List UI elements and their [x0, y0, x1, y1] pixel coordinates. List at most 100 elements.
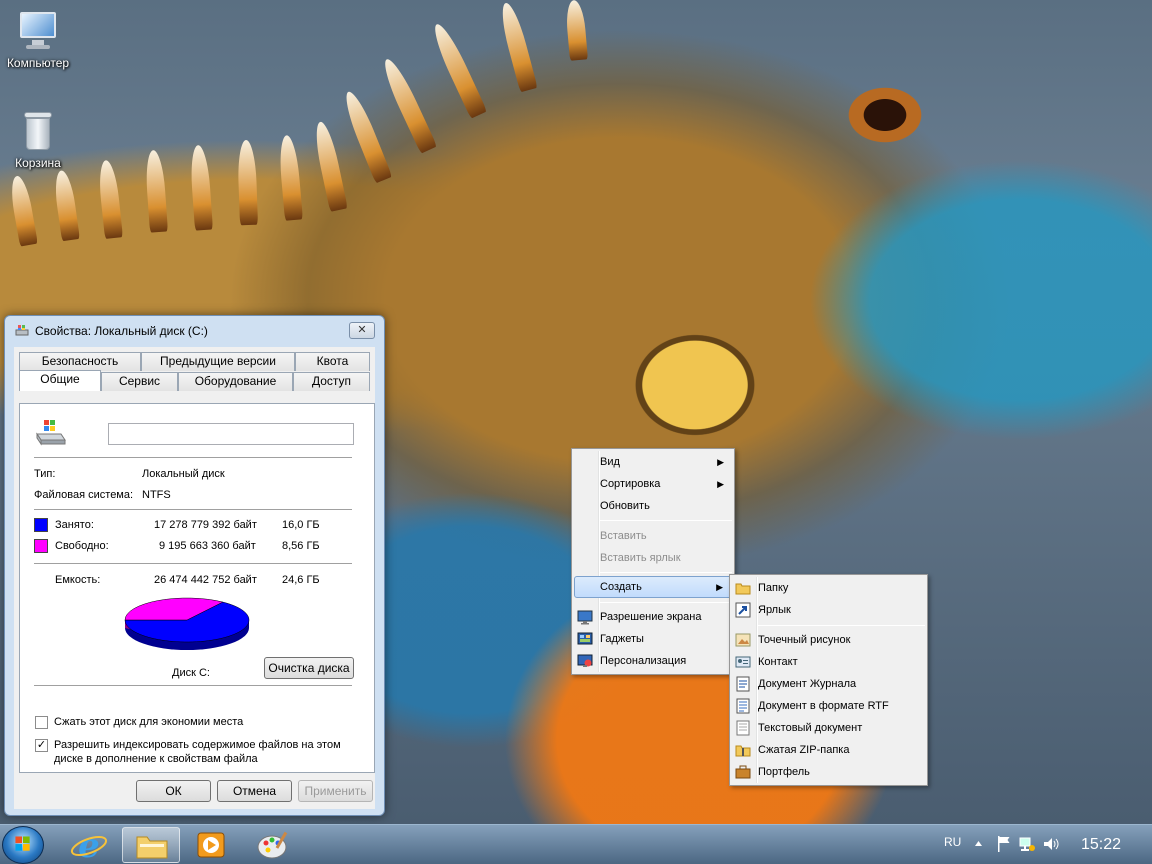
wallpaper-detail	[144, 149, 168, 233]
menu-item-paste-shortcut[interactable]: Вставить ярлык	[574, 547, 732, 569]
svg-text:e: e	[78, 827, 100, 863]
action-center-flag-icon[interactable]	[996, 835, 1012, 853]
submenu-item-text-document[interactable]: Текстовый документ	[732, 717, 925, 739]
type-label: Тип:	[34, 468, 56, 480]
tab-tools[interactable]: Сервис	[101, 372, 178, 391]
menu-item-screen-resolution[interactable]: Разрешение экрана	[574, 606, 732, 628]
drive-icon	[15, 325, 29, 336]
submenu-item-label: Точечный рисунок	[758, 634, 851, 646]
submenu-item-label: Контакт	[758, 656, 798, 668]
menu-separator	[600, 520, 732, 521]
capacity-label: Емкость:	[55, 574, 101, 586]
zip-folder-icon	[735, 745, 751, 757]
tab-previous-versions[interactable]: Предыдущие версии	[141, 352, 295, 371]
journal-icon	[736, 676, 750, 692]
submenu-item-label: Папку	[758, 582, 789, 594]
submenu-item-rtf[interactable]: Документ в формате RTF	[732, 695, 925, 717]
desktop-icon-recycle-bin[interactable]: Корзина	[0, 110, 76, 170]
start-button[interactable]	[2, 826, 44, 864]
cancel-button[interactable]: Отмена	[217, 780, 292, 802]
tab-general[interactable]: Общие	[19, 370, 101, 391]
menu-item-label: Сортировка	[600, 478, 661, 490]
wallpaper-detail	[277, 134, 303, 221]
menu-item-label: Обновить	[600, 500, 650, 512]
submenu-item-zip[interactable]: Сжатая ZIP-папка	[732, 739, 925, 761]
capacity-gb: 24,6 ГБ	[282, 574, 320, 586]
local-disk-icon	[36, 420, 66, 446]
menu-item-label: Разрешение экрана	[600, 611, 702, 623]
close-button[interactable]: ✕	[349, 322, 375, 339]
dialog-titlebar[interactable]: Свойства: Локальный диск (C:) ✕	[5, 316, 384, 346]
bitmap-icon	[735, 633, 751, 647]
submenu-item-label: Сжатая ZIP-папка	[758, 744, 850, 756]
submenu-item-bitmap[interactable]: Точечный рисунок	[732, 629, 925, 651]
menu-item-refresh[interactable]: Обновить	[574, 495, 732, 517]
recycle-bin-icon	[18, 110, 58, 152]
ok-button[interactable]: ОК	[136, 780, 211, 802]
tab-security[interactable]: Безопасность	[19, 352, 141, 371]
apply-button[interactable]: Применить	[298, 780, 373, 802]
menu-item-paste[interactable]: Вставить	[574, 525, 732, 547]
wallpaper-detail	[564, 0, 588, 61]
divider	[34, 563, 352, 564]
divider	[34, 685, 352, 686]
menu-item-gadgets[interactable]: Гаджеты	[574, 628, 732, 650]
tab-sharing[interactable]: Доступ	[293, 372, 370, 391]
folder-icon	[136, 836, 168, 859]
index-checkbox[interactable]: ✓	[35, 739, 48, 752]
submenu-item-briefcase[interactable]: Портфель	[732, 761, 925, 783]
menu-item-label: Персонализация	[600, 655, 687, 667]
divider	[34, 457, 352, 458]
menu-item-view[interactable]: Вид ▶	[574, 451, 732, 473]
submenu-item-shortcut[interactable]: Ярлык	[732, 599, 925, 621]
desktop-icon-computer[interactable]: Компьютер	[0, 10, 76, 70]
briefcase-icon	[735, 765, 751, 779]
new-submenu: Папку Ярлык Точечный рисунок Контакт Док…	[729, 574, 928, 786]
taskbar-media-player[interactable]	[182, 827, 240, 863]
menu-item-label: Вид	[600, 456, 620, 468]
tab-hardware[interactable]: Оборудование	[178, 372, 293, 391]
used-bytes: 17 278 779 392 байт	[154, 519, 257, 531]
ie-icon: e	[70, 826, 108, 864]
free-color-swatch	[34, 539, 48, 553]
submenu-item-label: Документ Журнала	[758, 678, 857, 690]
personalize-icon	[577, 654, 593, 667]
menu-separator	[758, 625, 925, 626]
network-icon[interactable]	[1018, 835, 1036, 853]
menu-separator	[600, 602, 732, 603]
gadgets-icon	[577, 632, 593, 645]
taskbar-ie[interactable]: e	[60, 826, 118, 864]
wallpaper-detail	[189, 144, 213, 231]
submenu-item-folder[interactable]: Папку	[732, 577, 925, 599]
menu-item-personalize[interactable]: Персонализация	[574, 650, 732, 672]
submenu-item-contact[interactable]: Контакт	[732, 651, 925, 673]
submenu-item-label: Текстовый документ	[758, 722, 863, 734]
desktop-icon-label: Корзина	[15, 156, 61, 170]
volume-label-input[interactable]	[108, 423, 354, 445]
compress-checkbox-label: Сжать этот диск для экономии места	[54, 716, 244, 728]
index-checkbox-label-line1: Разрешить индексировать содержимое файло…	[54, 739, 341, 751]
volume-icon[interactable]	[1042, 835, 1060, 853]
folder-icon	[735, 583, 751, 595]
menu-item-new[interactable]: Создать ▶	[574, 576, 732, 598]
display-icon	[577, 610, 593, 625]
wallpaper-detail	[428, 20, 488, 119]
taskbar-paint[interactable]	[244, 827, 302, 863]
filesystem-label: Файловая система:	[34, 489, 134, 501]
show-hidden-icons-chevron-icon[interactable]	[974, 839, 983, 848]
wallpaper-detail	[378, 55, 438, 154]
computer-icon	[18, 10, 58, 52]
free-bytes: 9 195 663 360 байт	[159, 540, 256, 552]
menu-item-sort[interactable]: Сортировка ▶	[574, 473, 732, 495]
submenu-item-journal[interactable]: Документ Журнала	[732, 673, 925, 695]
divider	[34, 509, 352, 510]
windows-logo-icon	[15, 836, 30, 851]
tab-quota[interactable]: Квота	[295, 352, 370, 371]
compress-checkbox[interactable]	[35, 716, 48, 729]
menu-item-label: Гаджеты	[600, 633, 644, 645]
clock[interactable]: 15:22	[1081, 836, 1121, 854]
disk-cleanup-button[interactable]: Очистка диска	[264, 657, 354, 679]
language-indicator[interactable]: RU	[944, 835, 961, 849]
submenu-item-label: Документ в формате RTF	[758, 700, 889, 712]
taskbar-explorer[interactable]	[122, 827, 180, 863]
